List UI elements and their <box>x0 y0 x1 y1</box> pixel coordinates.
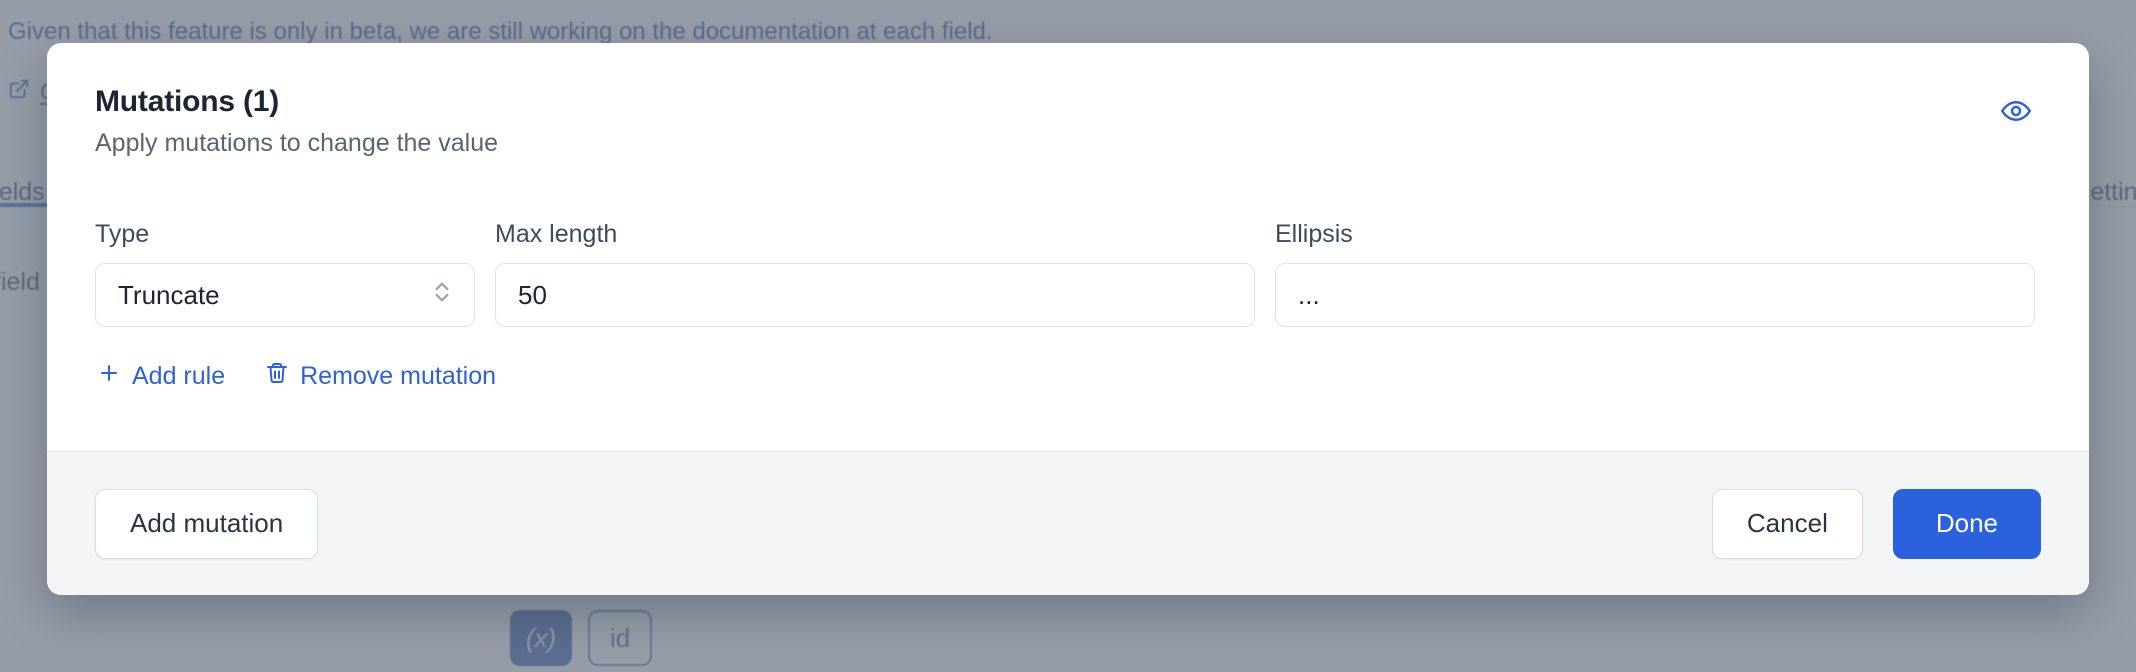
preview-toggle-button[interactable] <box>1993 89 2039 135</box>
dialog-body: Mutations (1) Apply mutations to change … <box>47 43 2089 451</box>
mutation-field-grid: Type Truncate Max length 50 Ellipsis ... <box>95 220 2041 327</box>
eye-icon <box>2001 96 2031 129</box>
field-max-length: Max length <box>495 220 1255 327</box>
field-max-length-label: Max length <box>495 220 618 248</box>
remove-mutation-label: Remove mutation <box>300 362 497 390</box>
plus-icon <box>97 361 121 392</box>
mutations-dialog: Mutations (1) Apply mutations to change … <box>47 43 2089 595</box>
done-button[interactable]: Done <box>1892 488 2041 559</box>
remove-mutation-button[interactable]: Remove mutation <box>263 357 498 396</box>
dialog-title: Mutations (1) <box>95 85 280 118</box>
trash-icon <box>265 361 289 392</box>
add-rule-button[interactable]: Add rule <box>95 357 227 396</box>
type-select-value: Truncate <box>118 280 220 310</box>
add-rule-label: Add rule <box>132 362 226 390</box>
add-mutation-button[interactable]: Add mutation <box>95 488 319 559</box>
ellipsis-input[interactable] <box>1275 263 2035 327</box>
max-length-input[interactable] <box>495 263 1255 327</box>
footer-actions: Cancel Done <box>1711 488 2041 559</box>
dialog-header: Mutations (1) Apply mutations to change … <box>95 85 2041 158</box>
cancel-button[interactable]: Cancel <box>1711 488 1863 559</box>
field-ellipsis-label: Ellipsis <box>1275 220 1353 248</box>
type-select[interactable]: Truncate <box>95 263 475 327</box>
dialog-footer: Add mutation Cancel Done <box>47 451 2089 595</box>
field-type: Type Truncate <box>95 220 475 327</box>
dialog-header-text: Mutations (1) Apply mutations to change … <box>95 85 498 158</box>
field-ellipsis: Ellipsis <box>1275 220 2035 327</box>
chevron-updown-icon <box>432 279 452 312</box>
mutation-actions: Add rule Remove mutation <box>95 357 2041 396</box>
dialog-subtitle: Apply mutations to change the value <box>95 129 499 157</box>
field-type-label: Type <box>95 220 150 248</box>
